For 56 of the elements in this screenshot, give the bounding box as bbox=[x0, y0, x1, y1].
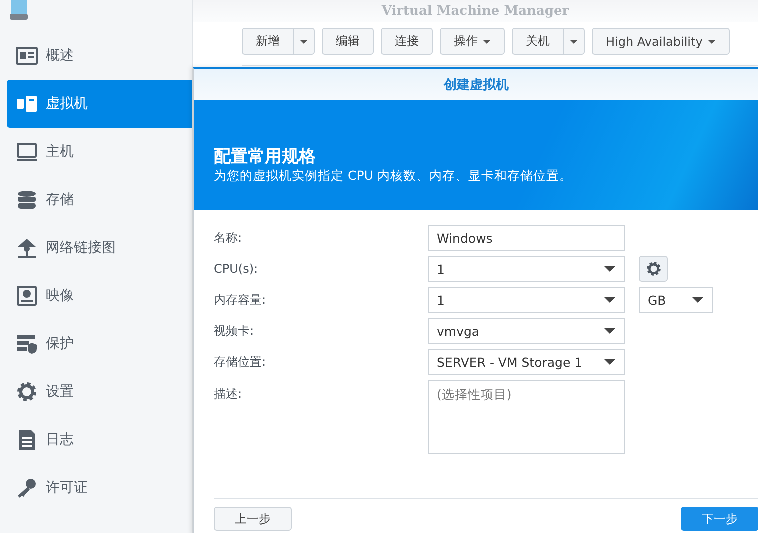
select-field[interactable]: 1 bbox=[428, 256, 625, 282]
textarea-field[interactable]: (选择性项目) bbox=[428, 380, 625, 454]
id-card-icon bbox=[16, 45, 38, 67]
monitor-icon bbox=[16, 141, 38, 163]
sidebar-item[interactable]: 日志 bbox=[7, 416, 192, 464]
input-field[interactable]: Windows bbox=[428, 225, 625, 251]
caret-icon bbox=[570, 40, 578, 44]
dialog-title: 创建虚拟机 bbox=[444, 76, 509, 94]
dropdown-button[interactable]: 操作 bbox=[440, 28, 505, 55]
document-list-icon bbox=[16, 429, 38, 451]
sidebar-item[interactable]: 保护 bbox=[7, 320, 192, 368]
sidebar-item[interactable]: 概述 bbox=[7, 32, 192, 80]
step-description: 为您的虚拟机实例指定 CPU 内核数、内存、显卡和存储位置。 bbox=[214, 168, 574, 185]
unit-select[interactable]: GB bbox=[639, 287, 713, 313]
toolbar-button[interactable]: 编辑 bbox=[322, 28, 374, 55]
step-heading: 配置常用规格 bbox=[214, 146, 317, 168]
sidebar-item[interactable]: 网络链接图 bbox=[7, 224, 192, 272]
caret-icon bbox=[708, 40, 716, 44]
dropdown-toggle[interactable] bbox=[564, 28, 585, 55]
dropdown-toggle[interactable] bbox=[294, 28, 315, 55]
field-label: 内存容量: bbox=[214, 292, 268, 308]
select-field[interactable]: vmvga bbox=[428, 318, 625, 344]
settings-icon bbox=[646, 261, 662, 277]
caret-icon bbox=[604, 328, 616, 334]
caret-icon bbox=[604, 266, 616, 272]
dropdown-button[interactable]: High Availability bbox=[592, 28, 730, 55]
settings-icon bbox=[16, 381, 38, 403]
caret-icon bbox=[604, 359, 616, 365]
back-button[interactable]: 上一步 bbox=[214, 507, 292, 531]
toolbar-button[interactable]: 连接 bbox=[381, 28, 433, 55]
key-icon bbox=[16, 477, 38, 499]
server-shield-icon bbox=[16, 333, 38, 355]
field-label: 视频卡: bbox=[214, 322, 256, 340]
database-icon bbox=[16, 189, 38, 211]
sidebar-item[interactable]: 映像 bbox=[7, 272, 192, 320]
disk-drive-icon bbox=[16, 285, 38, 307]
window-title: Virtual Machine Manager bbox=[382, 4, 570, 18]
field-label: CPU(s): bbox=[214, 262, 260, 276]
caret-icon bbox=[483, 40, 491, 44]
field-label: 描述: bbox=[214, 386, 244, 403]
caret-icon bbox=[604, 297, 616, 303]
sidebar-item[interactable]: 主机 bbox=[7, 128, 192, 176]
sidebar-item[interactable]: 设置 bbox=[7, 368, 192, 416]
field-label: 名称: bbox=[214, 230, 244, 246]
caret-icon bbox=[692, 297, 704, 303]
caret-icon bbox=[300, 40, 308, 44]
select-field[interactable]: 1 bbox=[428, 287, 625, 313]
sidebar-item[interactable]: 存储 bbox=[7, 176, 192, 224]
sidebar-item[interactable]: 虚拟机 bbox=[7, 80, 192, 128]
toolbar-button[interactable]: 新增 bbox=[242, 28, 294, 55]
field-label: 存储位置: bbox=[214, 354, 268, 370]
sidebar-item[interactable]: 许可证 bbox=[7, 464, 192, 512]
settings-button[interactable] bbox=[639, 256, 668, 282]
select-field[interactable]: SERVER - VM Storage 1 bbox=[428, 349, 625, 375]
virtual-machine-icon bbox=[16, 93, 38, 115]
toolbar-button[interactable]: 关机 bbox=[512, 28, 564, 55]
